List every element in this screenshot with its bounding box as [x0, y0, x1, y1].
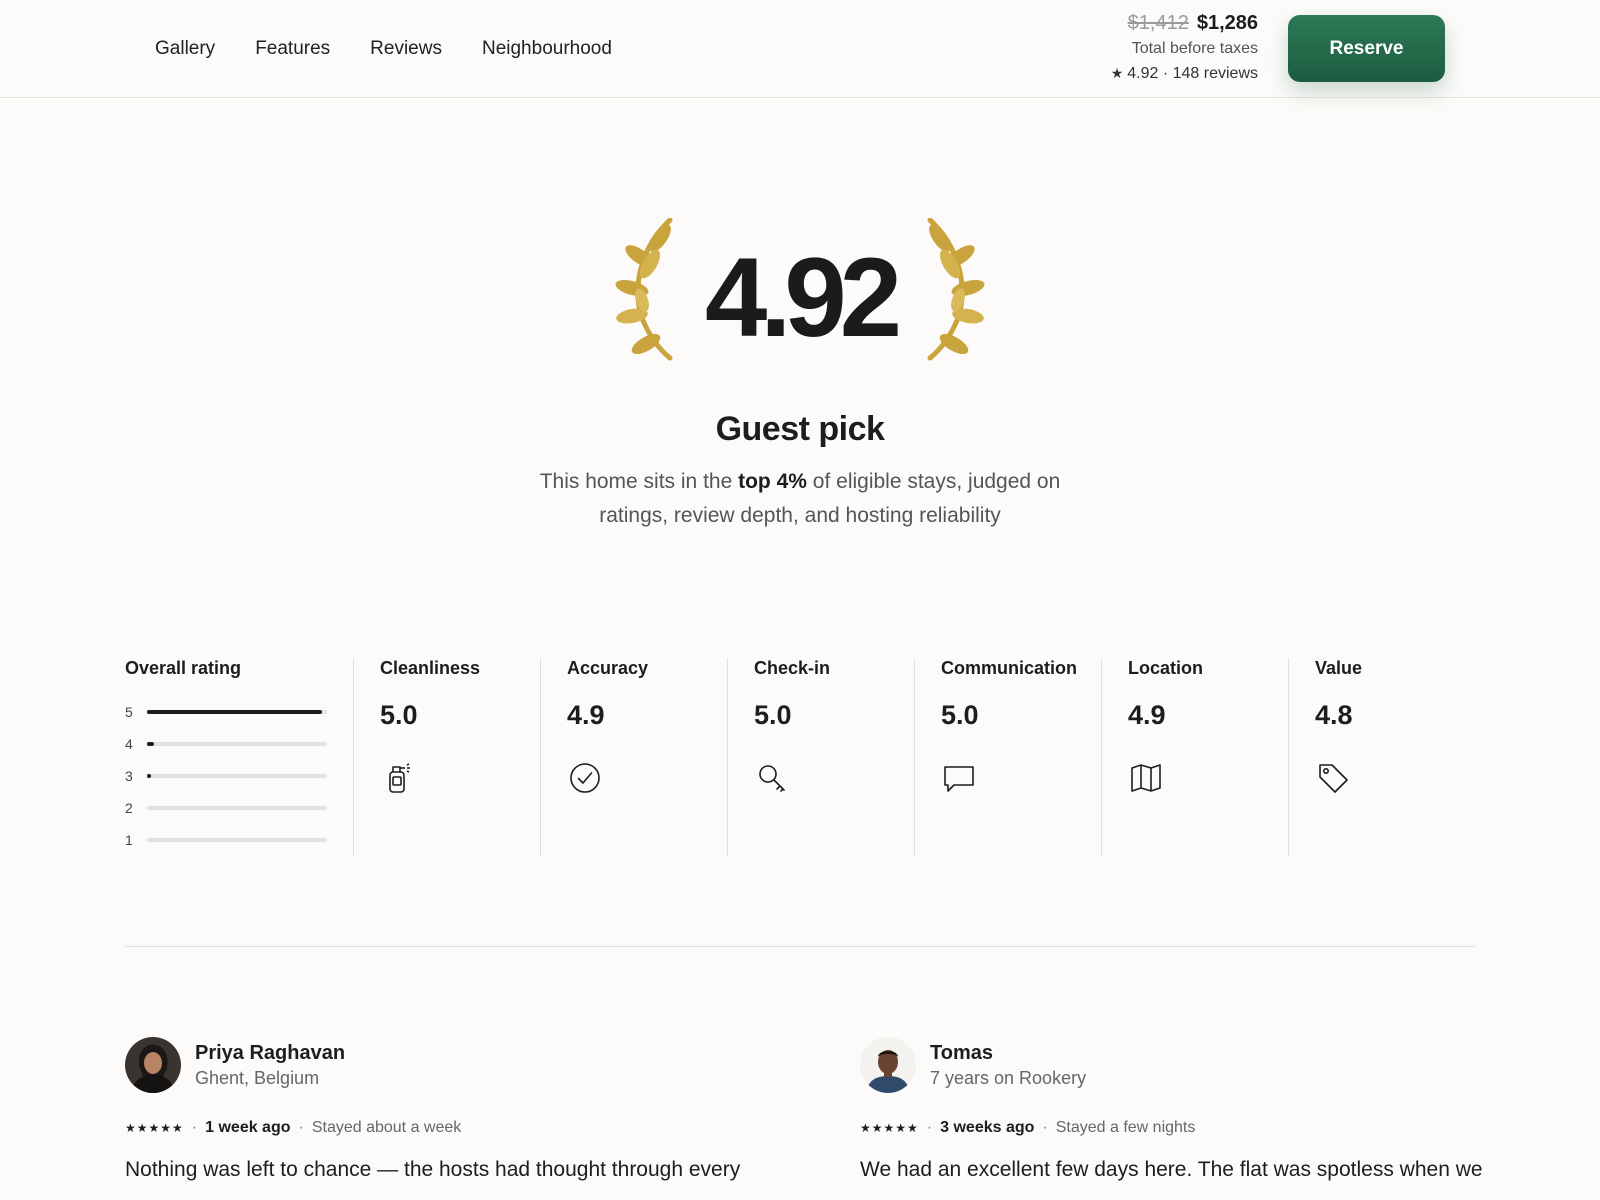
review-text: We had an excellent few days here. The f…	[860, 1158, 1483, 1181]
price-tag-icon	[1319, 764, 1348, 793]
category-value: 4.9	[567, 700, 605, 730]
rating-bar-label: 1	[125, 832, 133, 848]
key-icon	[759, 765, 785, 792]
guest-pick-hero: 4.92 Guest pick This home sits in the to…	[0, 200, 1600, 533]
map-icon	[1131, 764, 1161, 792]
desc-highlight: top 4%	[738, 470, 807, 493]
category-title: Location	[1128, 658, 1203, 678]
rating-bar-label: 2	[125, 800, 133, 816]
category-value: 4.8	[1315, 700, 1353, 730]
rating-bar-label: 4	[125, 736, 133, 752]
avatar-image	[860, 1037, 916, 1093]
price-summary: $1,412 $1,286 Total before taxes ★ 4.92 · …	[1111, 10, 1258, 86]
rating-bar-fill	[147, 710, 322, 714]
price-line: $1,412 $1,286	[1111, 10, 1258, 36]
current-price: $1,286	[1196, 12, 1258, 34]
rating-bar-fill	[147, 774, 151, 778]
category-title: Value	[1315, 658, 1363, 678]
reviewer-location: Ghent, Belgium	[195, 1067, 320, 1088]
review-meta: ★★★★★ · 3 weeks ago · Stayed a few night…	[860, 1119, 1480, 1137]
category-title: Cleanliness	[380, 658, 481, 678]
rating-bar-label: 3	[125, 768, 133, 784]
top-bar: Gallery Features Reviews Neighbourhood $…	[0, 0, 1600, 98]
rating-bar-row: 3	[125, 760, 353, 792]
avatar[interactable]	[860, 1037, 916, 1093]
review-author: Priya Raghavan Ghent, Belgium	[125, 1037, 745, 1093]
review-date: 3 weeks ago	[940, 1119, 1035, 1136]
desc-text-1: This home sits in the	[539, 470, 739, 493]
review-meta: ★★★★★ · 1 week ago · Stayed about a week	[125, 1119, 745, 1137]
overall-rating-title: Overall rating	[125, 658, 242, 678]
avatar[interactable]	[125, 1037, 181, 1093]
rating-bar-track	[147, 742, 327, 746]
review-text: Nothing was left to chance — the hosts h…	[125, 1158, 741, 1181]
check-circle-icon	[570, 763, 600, 793]
separator: ·	[1042, 1119, 1048, 1136]
category-location: Location 4.9	[1101, 658, 1288, 856]
stay-length: Stayed about a week	[311, 1119, 462, 1136]
section-nav: Gallery Features Reviews Neighbourhood	[155, 0, 612, 98]
price-note: Total before taxes	[1131, 40, 1258, 57]
stay-length: Stayed a few nights	[1055, 1119, 1196, 1136]
ratings-breakdown: Overall rating 5 4 3 2 1 Cleanliness 5.0 Acc…	[125, 658, 1475, 856]
separator: ·	[298, 1119, 304, 1136]
guest-pick-description: This home sits in the top 4% of eligible…	[520, 465, 1080, 533]
original-price: $1,412	[1127, 12, 1189, 34]
overall-rating-histogram: Overall rating 5 4 3 2 1	[125, 658, 353, 856]
nav-reviews[interactable]: Reviews	[370, 38, 442, 60]
rating-bar-track	[147, 838, 327, 842]
reviewer-name[interactable]: Priya Raghavan	[195, 1041, 345, 1065]
rating-bar-track	[147, 774, 327, 778]
category-cleanliness: Cleanliness 5.0	[353, 658, 540, 856]
separator: ·	[926, 1119, 933, 1136]
rating-bar-row: 4	[125, 728, 353, 760]
rating-bar-row: 2	[125, 792, 353, 824]
chat-bubble-icon	[944, 766, 974, 792]
category-value: 5.0	[380, 700, 418, 730]
section-divider	[125, 946, 1475, 947]
review-card: Tomas 7 years on Rookery ★★★★★ · 3 weeks…	[860, 1037, 1483, 1185]
reviewer-name[interactable]: Tomas	[930, 1041, 1086, 1065]
category-title: Communication	[941, 658, 1078, 678]
laurel-right-icon	[927, 218, 985, 361]
rating-bar-row: 1	[125, 824, 353, 856]
star-rating: ★★★★★	[860, 1121, 919, 1135]
rating-bar-label: 5	[125, 704, 133, 720]
star-rating: ★★★★★	[125, 1121, 184, 1135]
category-value-rating: Value 4.8	[1288, 658, 1475, 856]
category-check-in: Check-in 5.0	[727, 658, 914, 856]
category-value: 5.0	[941, 700, 979, 730]
category-title: Check-in	[754, 658, 831, 678]
category-value: 4.9	[1128, 700, 1166, 730]
review-author: Tomas 7 years on Rookery	[860, 1037, 1480, 1093]
score-badge: 4.92	[600, 200, 1000, 390]
avatar-image	[125, 1037, 181, 1093]
category-communication: Communication 5.0	[914, 658, 1101, 856]
separator: ·	[191, 1119, 198, 1136]
category-value: 5.0	[754, 700, 792, 730]
reserve-button[interactable]: Reserve	[1288, 15, 1445, 82]
category-title: Accuracy	[567, 658, 649, 678]
review-date: 1 week ago	[205, 1119, 291, 1136]
guest-pick-title: Guest pick	[715, 410, 885, 448]
nav-neighbourhood[interactable]: Neighbourhood	[482, 38, 612, 60]
nav-features[interactable]: Features	[255, 38, 330, 60]
rating-summary: ★ 4.92 · 148 reviews	[1111, 61, 1258, 86]
reviewer-tenure: 7 years on Rookery	[930, 1067, 1087, 1088]
category-accuracy: Accuracy 4.9	[540, 658, 727, 856]
rating-bar-track	[147, 806, 327, 810]
rating-summary-text: 4.92 · 148 reviews	[1127, 65, 1258, 82]
spray-bottle-icon	[389, 763, 410, 793]
review-card: Priya Raghavan Ghent, Belgium ★★★★★ · 1 …	[125, 1037, 745, 1185]
star-icon: ★	[1110, 65, 1124, 81]
nav-gallery[interactable]: Gallery	[155, 38, 215, 60]
rating-bar-track	[147, 710, 327, 714]
rating-bar-row: 5	[125, 696, 353, 728]
rating-bar-fill	[147, 742, 155, 746]
